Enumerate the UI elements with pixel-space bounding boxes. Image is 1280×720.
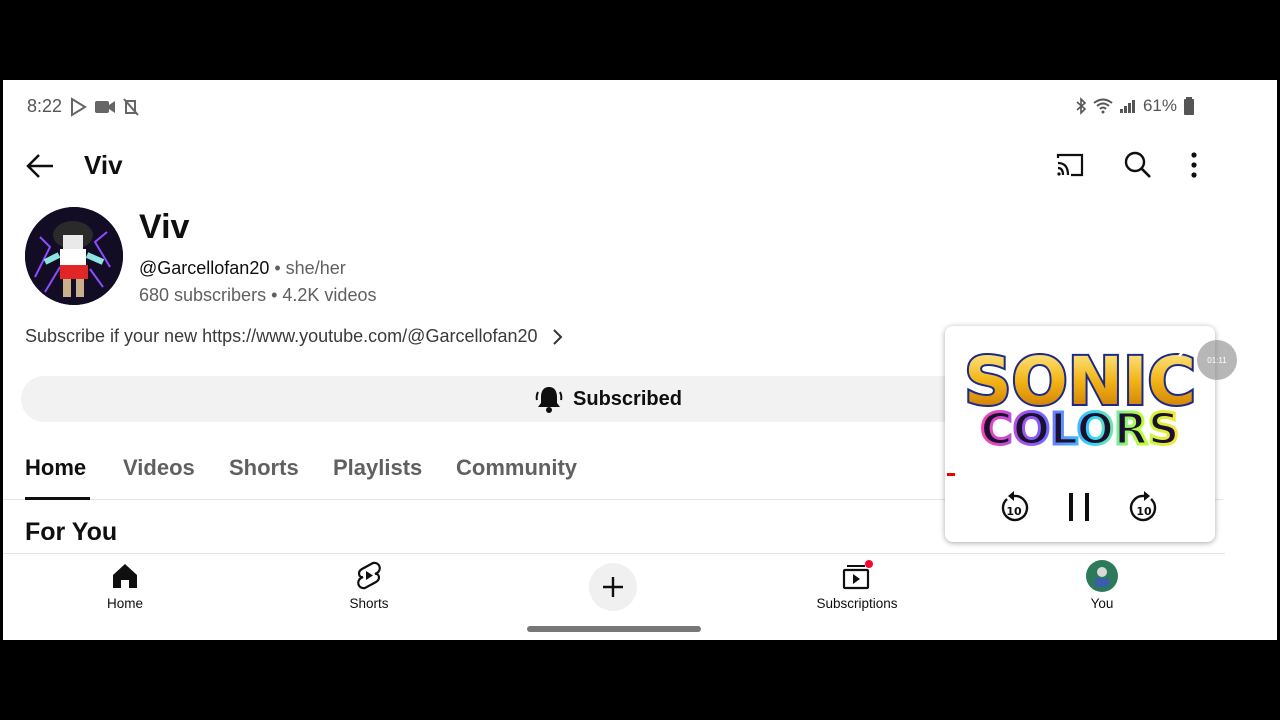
channel-description[interactable]: Subscribe if your new https://www.youtub… <box>25 326 564 347</box>
close-icon[interactable] <box>1175 336 1199 360</box>
channel-stats: 680 subscribers • 4.2K videos <box>139 285 376 306</box>
tab-shorts[interactable]: Shorts <box>229 455 299 481</box>
logo-line-2: COLORS <box>980 404 1179 455</box>
nav-you[interactable]: You <box>1042 560 1162 611</box>
home-icon <box>113 564 137 588</box>
nav-home[interactable]: Home <box>65 560 185 611</box>
nav-subscriptions[interactable]: Subscriptions <box>797 560 917 611</box>
video-count: 4.2K videos <box>282 285 377 305</box>
channel-handle: @Garcellofan20 <box>139 258 270 278</box>
app-bar-title: Viv <box>84 150 123 180</box>
chevron-right-icon <box>552 328 562 345</box>
cast-icon[interactable] <box>1055 152 1085 178</box>
signal-icon <box>1119 100 1135 113</box>
channel-pronouns: she/her <box>285 258 346 278</box>
floating-scroll-handle[interactable]: 01:11 <box>1197 340 1237 380</box>
wifi-icon <box>1093 98 1113 114</box>
nav-you-label: You <box>1090 596 1114 611</box>
channel-handle-line: @Garcellofan20 • she/her <box>139 258 346 279</box>
notifications-off-icon <box>123 98 139 116</box>
tab-playlists[interactable]: Playlists <box>333 455 422 481</box>
nav-subscriptions-label: Subscriptions <box>816 596 898 611</box>
shorts-icon <box>357 561 381 590</box>
more-options-icon[interactable] <box>1183 150 1205 180</box>
channel-avatar[interactable] <box>25 207 123 305</box>
gesture-handle[interactable] <box>527 626 701 632</box>
subscribed-label: Subscribed <box>573 387 682 410</box>
avatar-image <box>25 207 123 305</box>
mini-player[interactable]: SONIC COLORS 10 10 <box>945 326 1215 542</box>
battery-icon <box>1184 97 1194 115</box>
status-bar: 8:22 61% <box>3 80 1277 132</box>
overlay-time: 01:11 <box>1207 355 1227 365</box>
mini-player-controls: 10 10 <box>945 490 1215 530</box>
video-camera-icon <box>95 101 115 113</box>
nav-shorts-label: Shorts <box>349 596 389 611</box>
subscriber-count: 680 subscribers <box>139 285 267 305</box>
status-notification-icons <box>68 97 140 117</box>
create-button[interactable] <box>589 563 637 611</box>
battery-percent: 61% <box>1142 96 1177 115</box>
nav-shorts[interactable]: Shorts <box>309 560 429 611</box>
phone-screen: 8:22 61% Viv Viv @Garcellofan20 • she/he… <box>3 80 1277 640</box>
section-title: For You <box>25 518 118 546</box>
bottom-navigation: Home Shorts Subscriptions You <box>3 553 1225 640</box>
separator-dot: • <box>271 285 283 305</box>
channel-name: Viv <box>139 208 190 246</box>
search-icon[interactable] <box>1123 150 1153 180</box>
app-bar: Viv <box>3 140 1277 192</box>
bell-ringing-icon <box>535 387 563 413</box>
user-avatar-icon <box>1086 560 1118 592</box>
separator-dot: • <box>274 258 286 278</box>
plus-icon <box>603 577 623 597</box>
back-arrow-icon[interactable] <box>25 151 57 181</box>
svg-text:10: 10 <box>1006 505 1022 518</box>
play-store-icon <box>71 97 87 117</box>
rewind-10-icon[interactable]: 10 <box>999 490 1029 524</box>
tab-videos[interactable]: Videos <box>123 455 195 481</box>
status-time: 8:22 <box>27 96 63 116</box>
channel-description-text: Subscribe if your new https://www.youtub… <box>25 326 538 346</box>
svg-text:10: 10 <box>1136 505 1152 518</box>
mini-player-progress <box>947 473 955 476</box>
tab-home[interactable]: Home <box>25 455 86 481</box>
pause-icon[interactable] <box>1065 490 1093 524</box>
bluetooth-icon <box>1076 97 1087 115</box>
status-right-icons: 61% <box>1075 96 1195 116</box>
forward-10-icon[interactable]: 10 <box>1129 490 1159 524</box>
tab-community[interactable]: Community <box>456 455 577 481</box>
subscriptions-icon <box>842 560 873 590</box>
active-tab-indicator <box>25 497 90 500</box>
nav-home-label: Home <box>106 596 143 611</box>
